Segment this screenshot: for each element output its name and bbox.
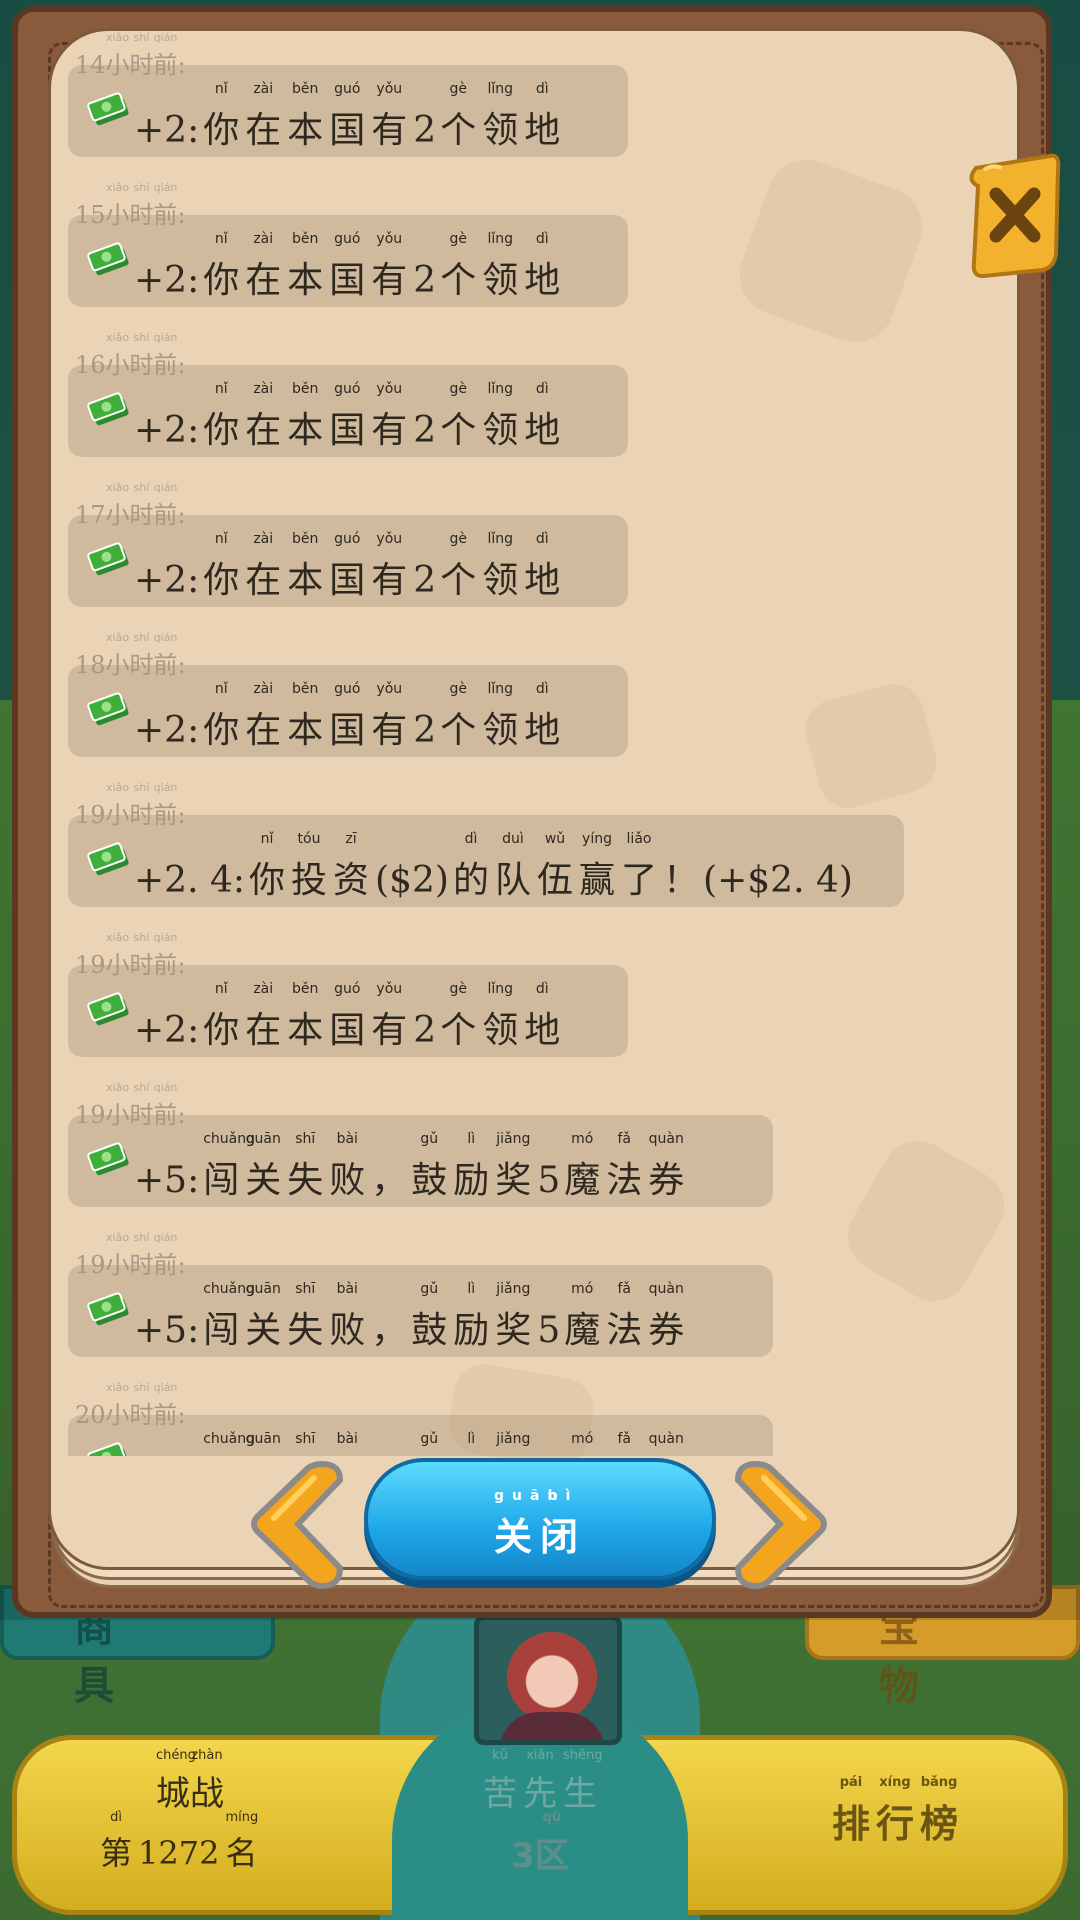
entry-card: +5:chuǎng闯guān关shī失bài败，gǔ鼓lì励jiǎng奖5mó魔…	[68, 1415, 773, 1456]
entry-card: +2. 4: nǐ 你 tóu 投 zī 资 ($2) dì 的 duì 队 wǔ 伍 yíng 赢 liǎo 了…	[68, 815, 904, 907]
avatar[interactable]	[474, 1615, 622, 1745]
list-item: 19 xiǎo 小 shí 时 qián 前: +5: chuǎng 闯 guān 关 shī 失 bài 败…	[51, 1073, 1017, 1223]
entry-message: +2: nǐ 你 zài 在 běn 本 guó 国 yǒu 有 2 gè 个 lǐng 领 dì 地	[134, 231, 561, 301]
money-stack-icon	[86, 685, 132, 731]
money-stack-icon	[86, 385, 132, 431]
arrow-right-icon[interactable]	[730, 1456, 834, 1592]
entry-amount: +5:	[134, 1160, 200, 1201]
entry-card: +2: nǐ 你 zài 在 běn 本 guó 国 yǒu 有 2 gè 个 lǐng 领 dì 地	[68, 515, 628, 607]
entry-message: +2: nǐ 你 zài 在 běn 本 guó 国 yǒu 有 2 gè 个 lǐng 领 dì 地	[134, 531, 561, 601]
money-stack-icon	[86, 1285, 132, 1331]
list-item: 14 xiǎo 小 shí 时 qián 前: +2: nǐ 你 zài 在 běn 本 guó 国 yǒu 有 2…	[51, 31, 1017, 173]
entry-message: +5:chuǎng闯guān关shī失bài败，gǔ鼓lì励jiǎng奖5mó魔…	[134, 1131, 685, 1201]
entry-message: +2: nǐ 你 zài 在 běn 本 guó 国 yǒu 有 2 gè 个 lǐng 领 dì 地	[134, 981, 561, 1051]
entry-amount: +2:	[134, 1010, 200, 1051]
entry-card: +2: nǐ 你 zài 在 běn 本 guó 国 yǒu 有 2 gè 个 lǐng 领 dì 地	[68, 215, 628, 307]
money-stack-icon	[86, 85, 132, 131]
entry-card: +2: nǐ 你 zài 在 běn 本 guó 国 yǒu 有 2 gè 个 lǐng 领 dì 地	[68, 365, 628, 457]
history-page: 14 xiǎo 小 shí 时 qián 前: +2: nǐ 你 zài 在 běn 本 guó 国 yǒu 有 2…	[48, 28, 1020, 1570]
entry-message: +2: nǐ 你 zài 在 běn 本 guó 国 yǒu 有 2 gè 个 lǐng 领 dì 地	[134, 681, 561, 751]
entry-message: +2: nǐ 你 zài 在 běn 本 guó 国 yǒu 有 2 gè 个 lǐng 领 dì 地	[134, 81, 561, 151]
list-item: 20xiǎo小shí时qián前:+5:chuǎng闯guān关shī失bài败…	[51, 1373, 1017, 1456]
list-item: 19 xiǎo 小 shí 时 qián 前: +2. 4: nǐ 你 tóu 投 zī 资 ($2) dì 的…	[51, 773, 1017, 923]
money-stack-icon	[86, 235, 132, 281]
entry-message: +5:chuǎng闯guān关shī失bài败，gǔ鼓lì励jiǎng奖5mó魔…	[134, 1431, 690, 1456]
close-button[interactable]: guān 关 bì 闭	[364, 1458, 716, 1580]
list-item: 19 xiǎo 小 shí 时 qián 前: +2: nǐ 你 zài 在 běn 本 guó 国 yǒu 有 2…	[51, 923, 1017, 1073]
entry-amount: +2. 4:	[134, 860, 245, 901]
close-x-icon[interactable]	[962, 150, 1066, 280]
history-list[interactable]: 14 xiǎo 小 shí 时 qián 前: +2: nǐ 你 zài 在 běn 本 guó 国 yǒu 有 2…	[51, 31, 1017, 1456]
entry-amount: +2:	[134, 710, 200, 751]
list-item: 17 xiǎo 小 shí 时 qián 前: +2: nǐ 你 zài 在 běn 本 guó 国 yǒu 有 2…	[51, 473, 1017, 623]
money-stack-icon	[86, 535, 132, 581]
entry-card: +2: nǐ 你 zài 在 běn 本 guó 国 yǒu 有 2 gè 个 lǐng 领 dì 地	[68, 665, 628, 757]
entry-message: +2: nǐ 你 zài 在 běn 本 guó 国 yǒu 有 2 gè 个 lǐng 领 dì 地	[134, 381, 561, 451]
list-item: 16 xiǎo 小 shí 时 qián 前: +2: nǐ 你 zài 在 běn 本 guó 国 yǒu 有 2…	[51, 323, 1017, 473]
entry-amount: +2:	[134, 560, 200, 601]
avatar-body	[499, 1712, 605, 1740]
money-stack-icon	[86, 1435, 132, 1456]
list-item: 15 xiǎo 小 shí 时 qián 前: +2: nǐ 你 zài 在 běn 本 guó 国 yǒu 有 2…	[51, 173, 1017, 323]
city-war-title-char: chéng 城	[156, 1748, 196, 1814]
money-stack-icon	[86, 985, 132, 1031]
leaderboard-button[interactable]: pái 排 xíng 行 bǎng 榜	[810, 1775, 980, 1848]
entry-message: +2. 4: nǐ 你 tóu 投 zī 资 ($2) dì 的 duì 队 wǔ 伍 yíng 赢 liǎo 了…	[134, 831, 853, 901]
entry-card: +2: nǐ 你 zài 在 běn 本 guó 国 yǒu 有 2 gè 个 lǐng 领 dì 地	[68, 965, 628, 1057]
money-stack-icon	[86, 835, 132, 881]
entry-amount: +2:	[134, 260, 200, 301]
player-name: kǔ 苦 xiān 先 shēng 生	[483, 1748, 603, 1814]
money-stack-icon	[86, 1135, 132, 1181]
entry-card: +5:chuǎng闯guān关shī失bài败，gǔ鼓lì励jiǎng奖5mó魔…	[68, 1265, 773, 1357]
entry-amount: +2:	[134, 110, 200, 151]
list-item: 18 xiǎo 小 shí 时 qián 前: +2: nǐ 你 zài 在 běn 本 guó 国 yǒu 有 2…	[51, 623, 1017, 773]
entry-amount: +5:	[134, 1440, 199, 1456]
close-button-label: guān 关 bì 闭	[493, 1488, 587, 1559]
arrow-left-icon[interactable]	[244, 1456, 348, 1592]
entry-card: +5:chuǎng闯guān关shī失bài败，gǔ鼓lì励jiǎng奖5mó魔…	[68, 1115, 773, 1207]
entry-amount: +5:	[134, 1310, 200, 1351]
city-war-panel[interactable]: chéng 城 zhàn 战	[100, 1748, 280, 1815]
avatar-head	[507, 1632, 597, 1722]
entry-card: +2: nǐ 你 zài 在 běn 本 guó 国 yǒu 有 2 gè 个 lǐng 领 dì 地	[68, 65, 628, 157]
city-war-rank: dì 第 1272 míng 名	[100, 1810, 259, 1872]
city-war-title-char: zhàn 战	[190, 1748, 224, 1814]
list-item: 19 xiǎo 小 shí 时 qián 前: +5: chuǎng 闯 guān 关 shī 失 bài 败…	[51, 1223, 1017, 1373]
entry-message: +5:chuǎng闯guān关shī失bài败，gǔ鼓lì励jiǎng奖5mó魔…	[134, 1281, 685, 1351]
region-label: 3 qū 区	[511, 1810, 569, 1876]
rank-number: 1272	[138, 1834, 220, 1872]
entry-amount: +2:	[134, 410, 200, 451]
